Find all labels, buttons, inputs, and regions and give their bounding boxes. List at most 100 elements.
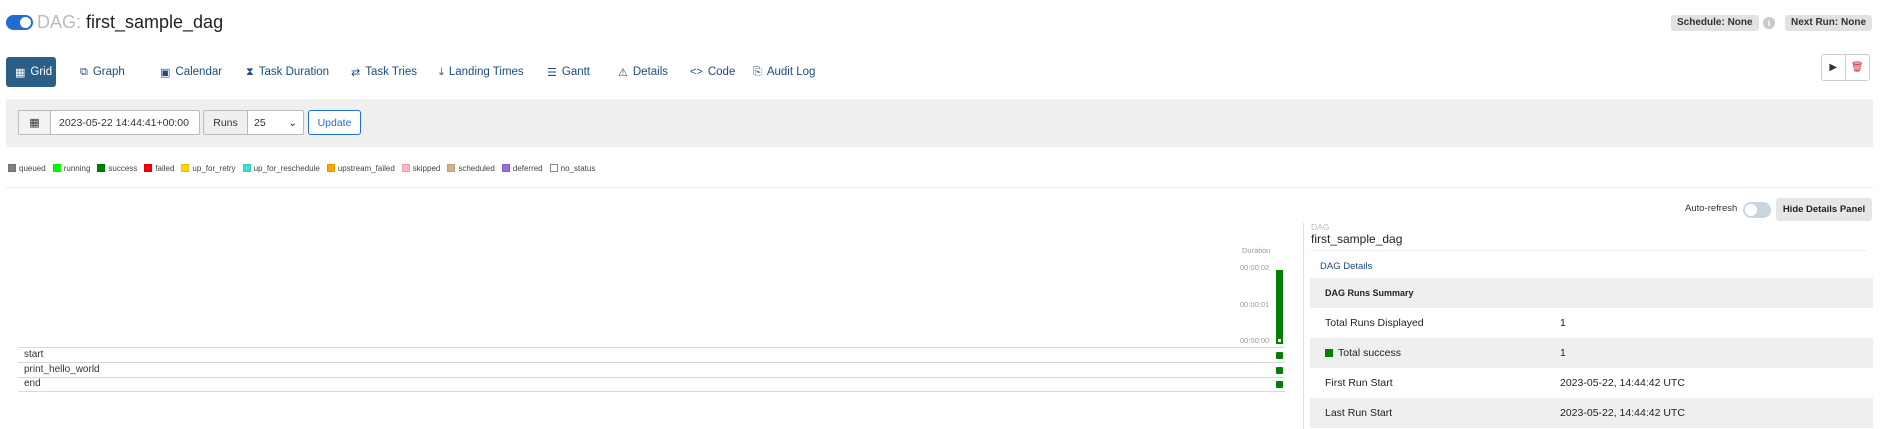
tab-graph[interactable]: ⧉ Graph xyxy=(71,57,134,87)
panel-title: first_sample_dag xyxy=(1311,232,1403,246)
summary-value: 2023-05-22, 14:44:42 UTC xyxy=(1560,377,1685,389)
legend-item-up-for-reschedule[interactable]: up_for_reschedule xyxy=(242,163,320,173)
task-instance-success[interactable] xyxy=(1276,381,1283,388)
legend-swatch xyxy=(181,164,190,172)
tab-label: Landing Times xyxy=(448,66,524,78)
task-instance-success[interactable] xyxy=(1276,352,1283,359)
update-button[interactable]: Update xyxy=(308,110,361,135)
summary-row: Last Run Start 2023-05-22, 14:44:42 UTC xyxy=(1310,398,1873,428)
tab-landing-times[interactable]: ⤓ Landing Times xyxy=(430,57,533,87)
dag-run-duration-bar[interactable] xyxy=(1276,270,1283,344)
legend-swatch xyxy=(401,164,410,172)
dag-pause-toggle[interactable] xyxy=(6,15,33,30)
trigger-dag-button[interactable]: ▶ xyxy=(1822,55,1846,80)
panel-divider xyxy=(1303,223,1304,429)
chevron-down-icon: ⌄ xyxy=(288,116,297,129)
tab-label: Task Duration xyxy=(258,66,330,78)
summary-header: DAG Runs Summary xyxy=(1325,288,1414,298)
legend-item-upstream-failed[interactable]: upstream_failed xyxy=(326,163,395,173)
duration-tick: 00:00:01 xyxy=(1240,300,1270,309)
tab-task-duration[interactable]: ⧗ Task Duration xyxy=(237,57,338,87)
task-row-print-hello-world[interactable]: print_hello_world xyxy=(18,364,1285,378)
task-row-start[interactable]: start xyxy=(18,349,1285,363)
legend-item-failed[interactable]: failed xyxy=(144,164,174,173)
base-date-input-group: ▦ 2023-05-22 14:44:41+00:00 xyxy=(18,110,200,135)
tab-label: Gantt xyxy=(561,66,591,78)
tab-grid[interactable]: ▦ Grid xyxy=(6,57,56,87)
tab-label: Audit Log xyxy=(766,66,816,78)
summary-key: Total Runs Displayed xyxy=(1325,317,1424,329)
legend-label: skipped xyxy=(412,163,441,173)
legend-item-success[interactable]: success xyxy=(97,164,137,173)
runs-select-group: Runs 25 ⌄ xyxy=(203,110,304,135)
legend-label: no_status xyxy=(560,163,596,173)
task-instance-success[interactable] xyxy=(1276,367,1283,374)
auto-refresh-label: Auto-refresh xyxy=(1685,203,1738,214)
legend-label: upstream_failed xyxy=(337,163,395,173)
runs-select[interactable]: 25 ⌄ xyxy=(248,111,303,134)
success-status-icon xyxy=(1325,349,1333,357)
task-name[interactable]: end xyxy=(24,378,41,389)
tab-label: Code xyxy=(707,66,736,78)
summary-key: Total success xyxy=(1338,347,1402,359)
task-row-end[interactable]: end xyxy=(18,378,1285,392)
legend-swatch xyxy=(52,164,61,172)
legend-item-scheduled[interactable]: scheduled xyxy=(447,164,495,173)
legend-swatch xyxy=(501,164,510,172)
summary-row: Total success 1 xyxy=(1310,338,1873,368)
legend-item-queued[interactable]: queued xyxy=(8,164,46,173)
legend-swatch xyxy=(447,164,456,172)
tab-label: Details xyxy=(632,66,669,78)
tab-label: Grid xyxy=(30,66,53,78)
tab-label: Graph xyxy=(92,66,125,78)
legend-label: running xyxy=(63,163,91,173)
legend-label: deferred xyxy=(512,163,543,173)
duration-tick: 00:00:00 xyxy=(1240,336,1270,345)
play-icon: ▶ xyxy=(1829,62,1838,73)
runs-value: 25 xyxy=(254,116,266,129)
legend-label: failed xyxy=(155,163,175,173)
dag-view-tabs: ▦ Grid ⧉ Graph ▣ Calendar ⧗ Task Duratio… xyxy=(6,57,906,87)
legend-item-no-status[interactable]: no_status xyxy=(549,163,596,173)
dag-title: first_sample_dag xyxy=(86,12,224,32)
auto-refresh-toggle[interactable] xyxy=(1743,202,1771,218)
tab-details[interactable]: ⚠ Details xyxy=(609,57,677,87)
summary-row: First Run Start 2023-05-22, 14:44:42 UTC xyxy=(1310,368,1873,398)
calendar-icon[interactable]: ▦ xyxy=(19,111,51,134)
legend-item-skipped[interactable]: skipped xyxy=(401,163,441,173)
summary-key: Last Run Start xyxy=(1325,407,1393,419)
trash-icon: 🗑 xyxy=(1850,62,1864,73)
tab-code[interactable]: <> Code xyxy=(681,57,744,87)
legend-swatch xyxy=(326,164,335,172)
next-run-badge: Next Run: None xyxy=(1785,15,1872,31)
warning-icon: ⚠ xyxy=(618,66,628,79)
hourglass-icon: ⧗ xyxy=(246,65,254,78)
task-name[interactable]: start xyxy=(24,349,43,360)
info-icon[interactable]: i xyxy=(1763,17,1775,29)
tab-gantt[interactable]: ☰ Gantt xyxy=(538,57,599,87)
summary-header-row: DAG Runs Summary xyxy=(1310,278,1873,308)
tab-task-tries[interactable]: ⇄ Task Tries xyxy=(342,57,426,87)
base-date-input[interactable]: 2023-05-22 14:44:41+00:00 xyxy=(51,111,199,134)
legend-item-deferred[interactable]: deferred xyxy=(501,163,543,173)
tab-calendar[interactable]: ▣ Calendar xyxy=(151,57,231,87)
legend-label: queued xyxy=(19,163,46,173)
legend-swatch xyxy=(8,164,16,172)
legend-label: up_for_reschedule xyxy=(253,163,320,173)
summary-value: 1 xyxy=(1560,347,1566,359)
filter-bar: ▦ 2023-05-22 14:44:41+00:00 Runs 25 ⌄ Up… xyxy=(6,99,1873,147)
tab-audit-log[interactable]: ⎘ Audit Log xyxy=(744,57,824,87)
legend-item-running[interactable]: running xyxy=(52,163,91,173)
retry-icon: ⇄ xyxy=(351,66,361,79)
dag-details-link[interactable]: DAG Details xyxy=(1320,261,1372,272)
legend-swatch xyxy=(97,164,106,172)
dag-prefix-label: DAG: xyxy=(37,12,82,32)
legend-swatch xyxy=(242,164,251,172)
duration-axis-label: Duration xyxy=(1242,246,1271,255)
panel-separator xyxy=(1311,250,1866,251)
hide-details-panel-button[interactable]: Hide Details Panel xyxy=(1776,198,1872,221)
delete-dag-button[interactable]: 🗑 xyxy=(1846,55,1869,80)
legend-item-up-for-retry[interactable]: up_for_retry xyxy=(181,164,236,173)
task-name[interactable]: print_hello_world xyxy=(24,364,100,375)
grid-line xyxy=(18,362,1285,363)
